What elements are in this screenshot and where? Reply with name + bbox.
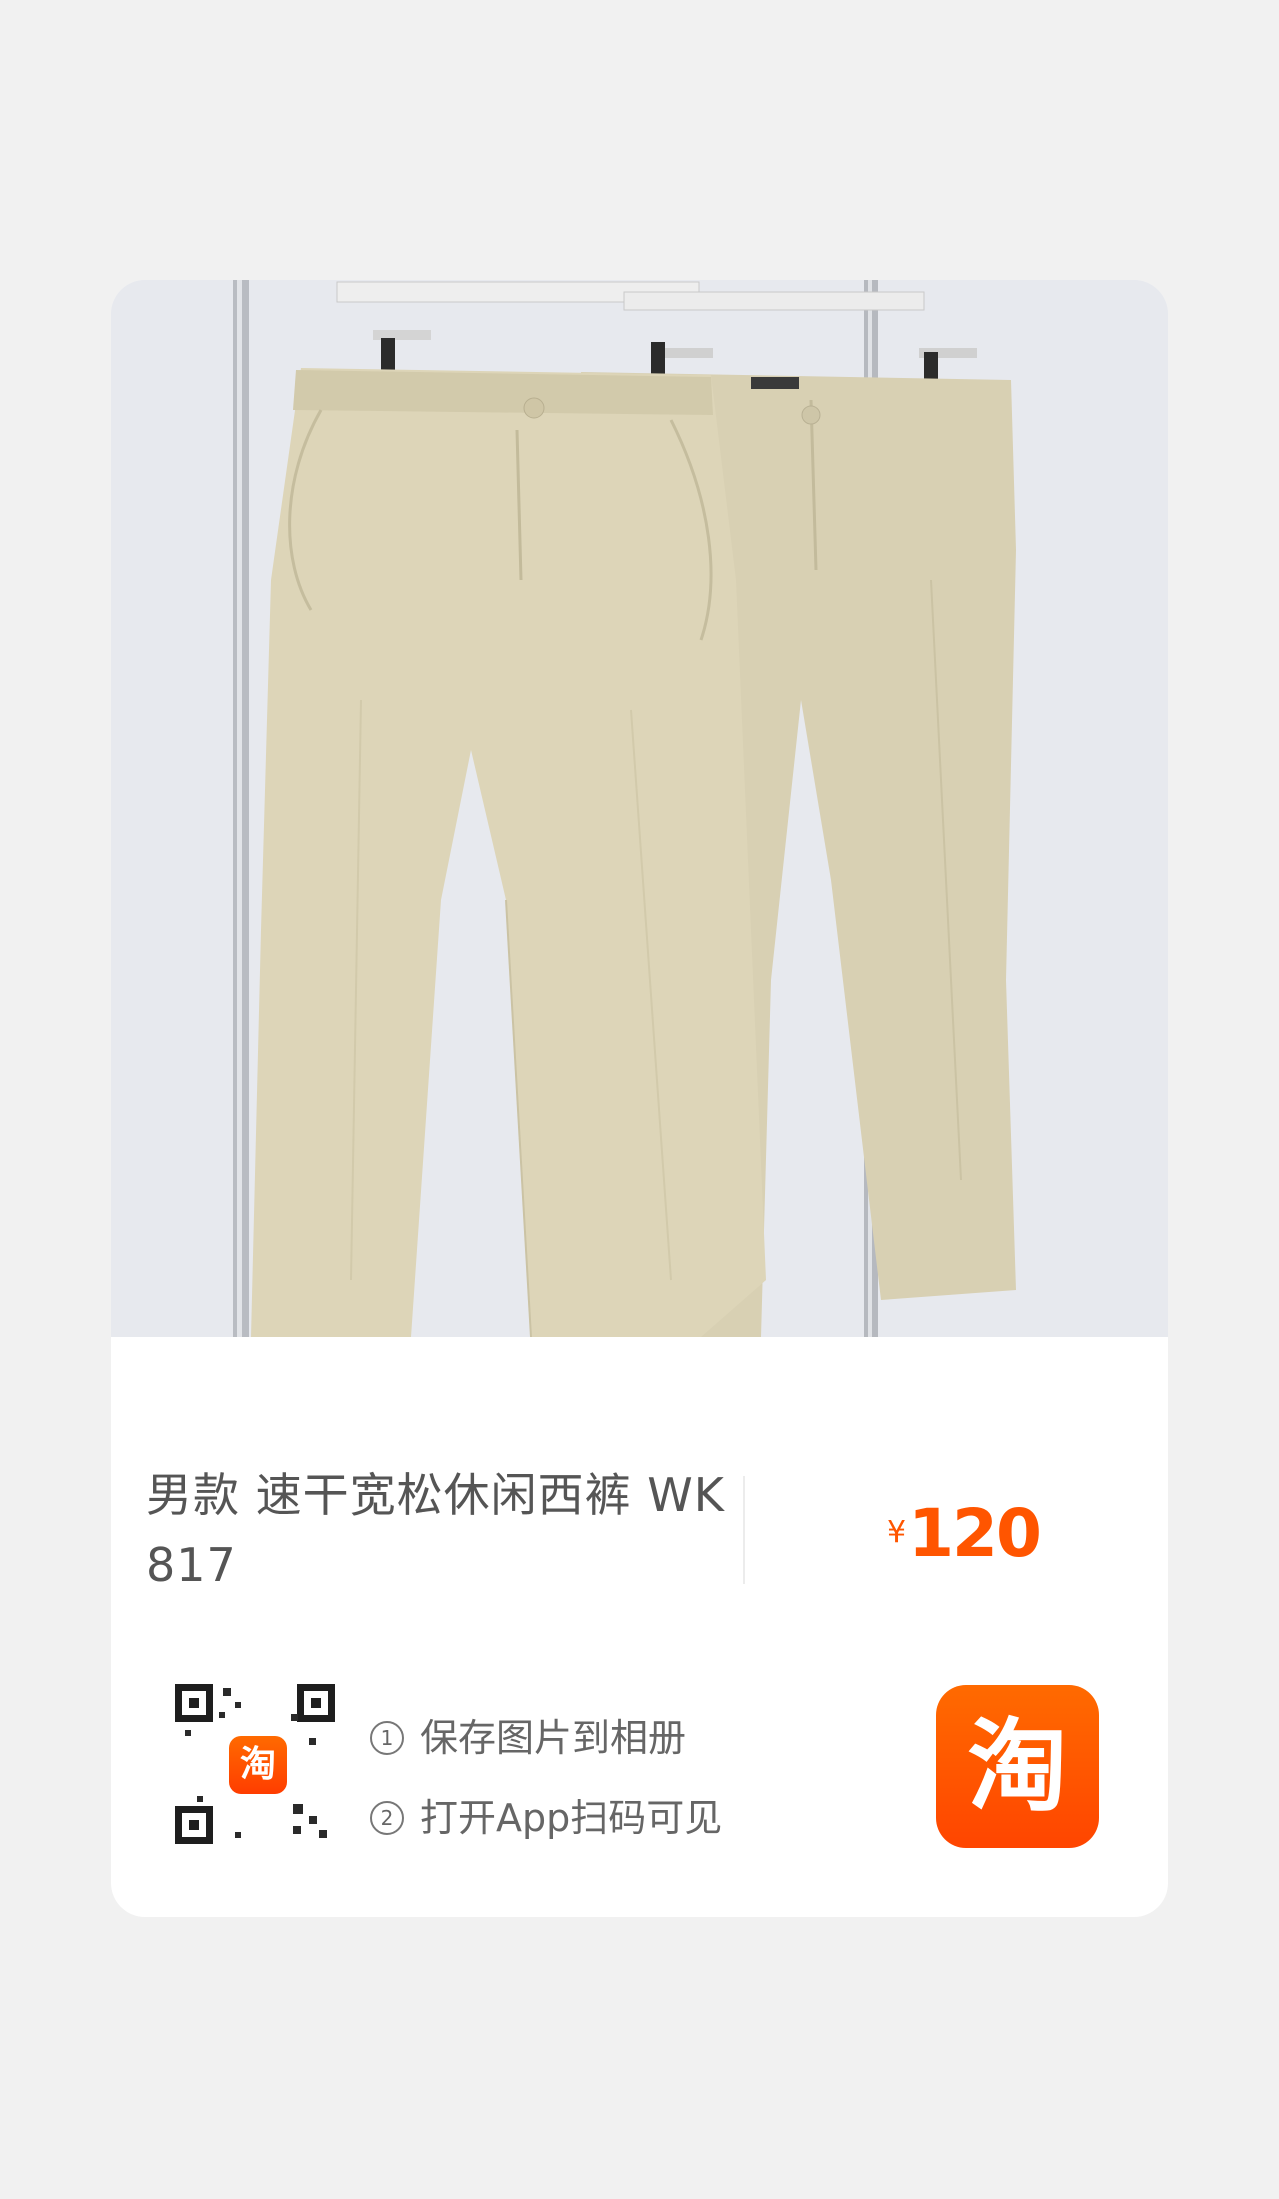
qr-taobao-logo: 淘 [229, 1736, 287, 1794]
price-value: 120 [908, 1495, 1042, 1572]
step-number-badge: 2 [370, 1801, 404, 1835]
instruction-step-2: 2 打开App扫码可见 [370, 1778, 722, 1858]
qr-module [309, 1816, 317, 1824]
product-card: 男款 速干宽松休闲西裤 WK817 ¥120 淘 1 保存图片到相册 2 打开A… [111, 280, 1168, 1917]
product-title[interactable]: 男款 速干宽松休闲西裤 WK817 [146, 1460, 726, 1600]
scan-instructions: 1 保存图片到相册 2 打开App扫码可见 [370, 1698, 722, 1858]
taobao-app-icon[interactable]: 淘 [936, 1685, 1099, 1848]
product-image[interactable] [111, 280, 1168, 1337]
qr-module [293, 1826, 301, 1834]
step-text: 打开App扫码可见 [420, 1796, 723, 1840]
qr-finder-bottom-left [175, 1806, 213, 1844]
qr-module [235, 1702, 241, 1708]
qr-module [223, 1688, 231, 1696]
step-text: 保存图片到相册 [420, 1716, 687, 1760]
qr-code[interactable]: 淘 [175, 1684, 335, 1844]
qr-module [219, 1712, 225, 1718]
qr-finder-top-right [297, 1684, 335, 1722]
qr-finder-top-left [175, 1684, 213, 1722]
qr-module [185, 1730, 191, 1736]
price-currency-symbol: ¥ [887, 1515, 907, 1550]
instruction-step-1: 1 保存图片到相册 [370, 1698, 722, 1778]
product-price: ¥120 [887, 1495, 1042, 1572]
qr-module [309, 1738, 316, 1745]
qr-module [291, 1714, 298, 1721]
qr-module [235, 1832, 241, 1838]
qr-module [319, 1830, 327, 1838]
step-number-badge: 1 [370, 1721, 404, 1755]
qr-module [293, 1804, 303, 1814]
qr-module [197, 1796, 203, 1802]
divider [743, 1476, 745, 1584]
